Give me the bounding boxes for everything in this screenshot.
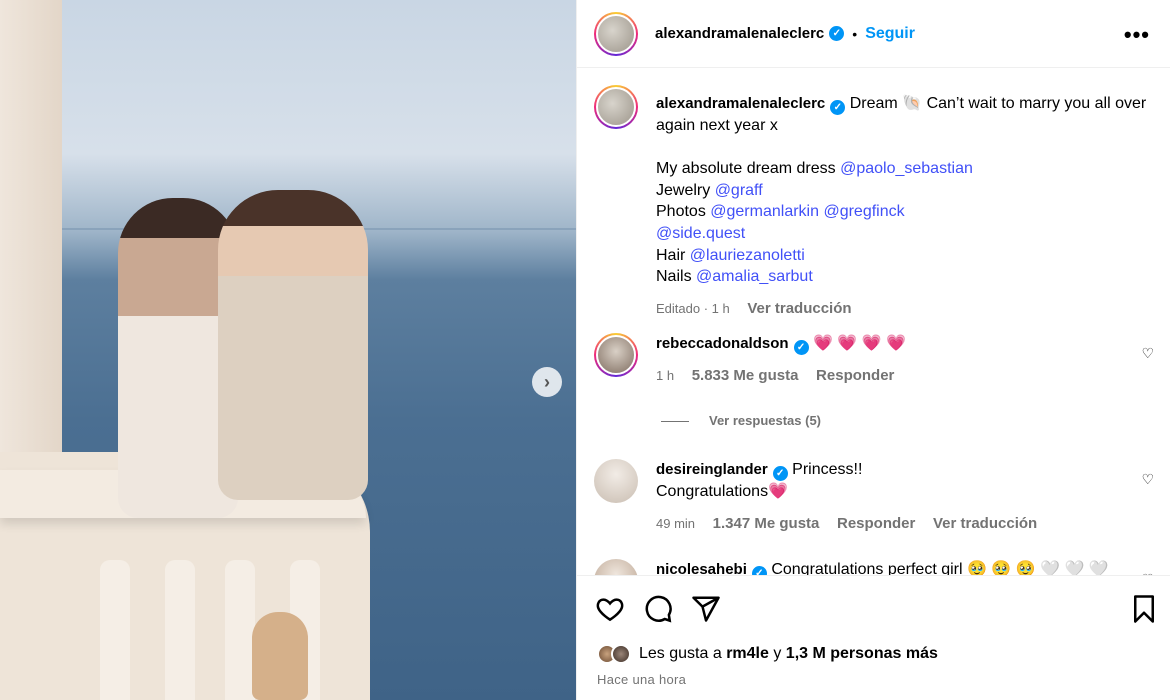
heart-emoji: 💗 bbox=[768, 483, 788, 500]
verified-badge-icon: ✓ bbox=[829, 26, 845, 41]
photo-groom bbox=[218, 190, 368, 500]
mention-link[interactable]: @gregfinck bbox=[823, 203, 904, 220]
post-side-panel: alexandramalenaleclerc ✓ • Seguir ••• al… bbox=[576, 0, 1170, 700]
comment-time: 49 min bbox=[656, 515, 696, 531]
post-photo: › bbox=[0, 0, 576, 700]
commenter-username[interactable]: nicolesahebi bbox=[656, 561, 747, 575]
caption-text: Dream bbox=[849, 95, 898, 112]
heart-icon[interactable] bbox=[595, 594, 625, 624]
edited-time: Editado · 1 h bbox=[656, 300, 730, 316]
share-icon[interactable] bbox=[691, 594, 721, 624]
replies-divider bbox=[661, 421, 689, 423]
likes-user[interactable]: rm4le bbox=[726, 645, 769, 663]
photo-baluster bbox=[165, 560, 195, 700]
mention-link[interactable]: @side.quest bbox=[656, 225, 745, 242]
follow-button[interactable]: Seguir bbox=[865, 25, 915, 43]
commenter-avatar[interactable] bbox=[594, 459, 638, 503]
comment-time: 1 h bbox=[656, 368, 675, 383]
caption-meta: Editado · 1 h Ver traducción bbox=[656, 298, 1154, 320]
comment-likes[interactable]: 5.833 Me gusta bbox=[692, 367, 799, 384]
commenter-username[interactable]: rebeccadonaldson bbox=[656, 335, 789, 352]
photo-baluster bbox=[225, 560, 255, 700]
verified-badge-icon: ✓ bbox=[793, 340, 809, 355]
more-options-icon[interactable]: ••• bbox=[1124, 22, 1150, 48]
view-replies-button[interactable]: Ver respuestas (5) bbox=[661, 413, 821, 428]
comment-text: 💗 💗 💗 💗 bbox=[813, 335, 907, 352]
post-header: alexandramalenaleclerc ✓ • Seguir ••• bbox=[577, 0, 1170, 68]
comment-text: Congratulations bbox=[656, 483, 769, 500]
bookmark-icon[interactable] bbox=[1131, 594, 1157, 624]
mention-link[interactable]: @paolo_sebastian bbox=[840, 160, 973, 177]
verified-badge-icon: ✓ bbox=[772, 466, 788, 481]
caption-credit-label: Hair bbox=[656, 246, 686, 264]
post-caption: alexandramalenaleclerc ✓ Dream 🐚 Can’t wa… bbox=[594, 85, 1154, 319]
chevron-right-icon: › bbox=[544, 371, 550, 392]
carousel-next-button[interactable]: › bbox=[532, 367, 562, 397]
separator-dot: • bbox=[852, 25, 858, 42]
likes-summary[interactable]: Les gusta a rm4le y 1,3 M personas más bbox=[597, 644, 938, 664]
translate-link[interactable]: Ver traducción bbox=[933, 515, 1037, 532]
comment-text: Congratulations perfect girl 🥹 🥹 🥹 🤍 🤍 🤍 bbox=[771, 561, 1109, 575]
likes-count[interactable]: 1,3 M personas más bbox=[786, 645, 938, 663]
likes-prefix: Les gusta a bbox=[639, 645, 722, 662]
like-comment-heart-icon[interactable]: ♡ bbox=[1141, 471, 1154, 488]
photo-dog bbox=[252, 612, 308, 700]
comment-icon[interactable] bbox=[643, 594, 673, 624]
caption-credit-label: My absolute dream dress bbox=[656, 160, 836, 178]
comment-meta: 49 min 1.347 Me gusta Responder Ver trad… bbox=[656, 513, 1154, 535]
caption-username[interactable]: alexandramalenaleclerc bbox=[656, 95, 825, 112]
post-timestamp: Hace una hora bbox=[597, 672, 687, 687]
translate-link[interactable]: Ver traducción bbox=[747, 300, 851, 317]
photo-baluster bbox=[100, 560, 130, 700]
mention-link[interactable]: @germanlarkin bbox=[710, 203, 819, 220]
likes-and: y bbox=[773, 645, 782, 662]
caption-credit-label: Jewelry bbox=[656, 181, 711, 199]
verified-badge-icon: ✓ bbox=[830, 100, 846, 115]
comments-list[interactable]: alexandramalenaleclerc ✓ Dream 🐚 Can’t wa… bbox=[577, 69, 1170, 575]
like-comment-heart-icon[interactable]: ♡ bbox=[1141, 345, 1154, 362]
comment-text: Princess!! bbox=[792, 461, 863, 478]
comment-item: nicolesahebi ✓ Congratulations perfect gi… bbox=[594, 559, 1154, 575]
reply-button[interactable]: Responder bbox=[816, 367, 894, 384]
caption-avatar[interactable] bbox=[594, 85, 638, 129]
comment-meta: 1 h 5.833 Me gusta Responder bbox=[656, 365, 1154, 387]
comment-item: rebeccadonaldson ✓ 💗 💗 💗 💗 1 h 5.833 Me g… bbox=[594, 333, 1154, 387]
mention-link[interactable]: @amalia_sarbut bbox=[696, 268, 813, 285]
liker-avatar bbox=[611, 644, 631, 664]
commenter-username[interactable]: desireinglander bbox=[656, 461, 768, 478]
comment-item: desireinglander ✓ Princess!! Congratulati… bbox=[594, 459, 1154, 534]
commenter-avatar[interactable] bbox=[594, 559, 638, 575]
caption-credit-label: Nails bbox=[656, 268, 692, 286]
shell-emoji: 🐚 bbox=[902, 95, 923, 112]
verified-badge-icon: ✓ bbox=[751, 566, 767, 575]
mention-link[interactable]: @graff bbox=[715, 182, 763, 199]
comment-likes[interactable]: 1.347 Me gusta bbox=[713, 515, 820, 532]
mention-link[interactable]: @lauriezanoletti bbox=[690, 247, 805, 264]
author-avatar[interactable] bbox=[594, 11, 638, 56]
reply-button[interactable]: Responder bbox=[837, 515, 915, 532]
author-username[interactable]: alexandramalenaleclerc bbox=[655, 25, 824, 42]
post-actions: Les gusta a rm4le y 1,3 M personas más H… bbox=[577, 575, 1170, 700]
commenter-avatar[interactable] bbox=[594, 333, 638, 377]
caption-credit-label: Photos bbox=[656, 203, 706, 221]
